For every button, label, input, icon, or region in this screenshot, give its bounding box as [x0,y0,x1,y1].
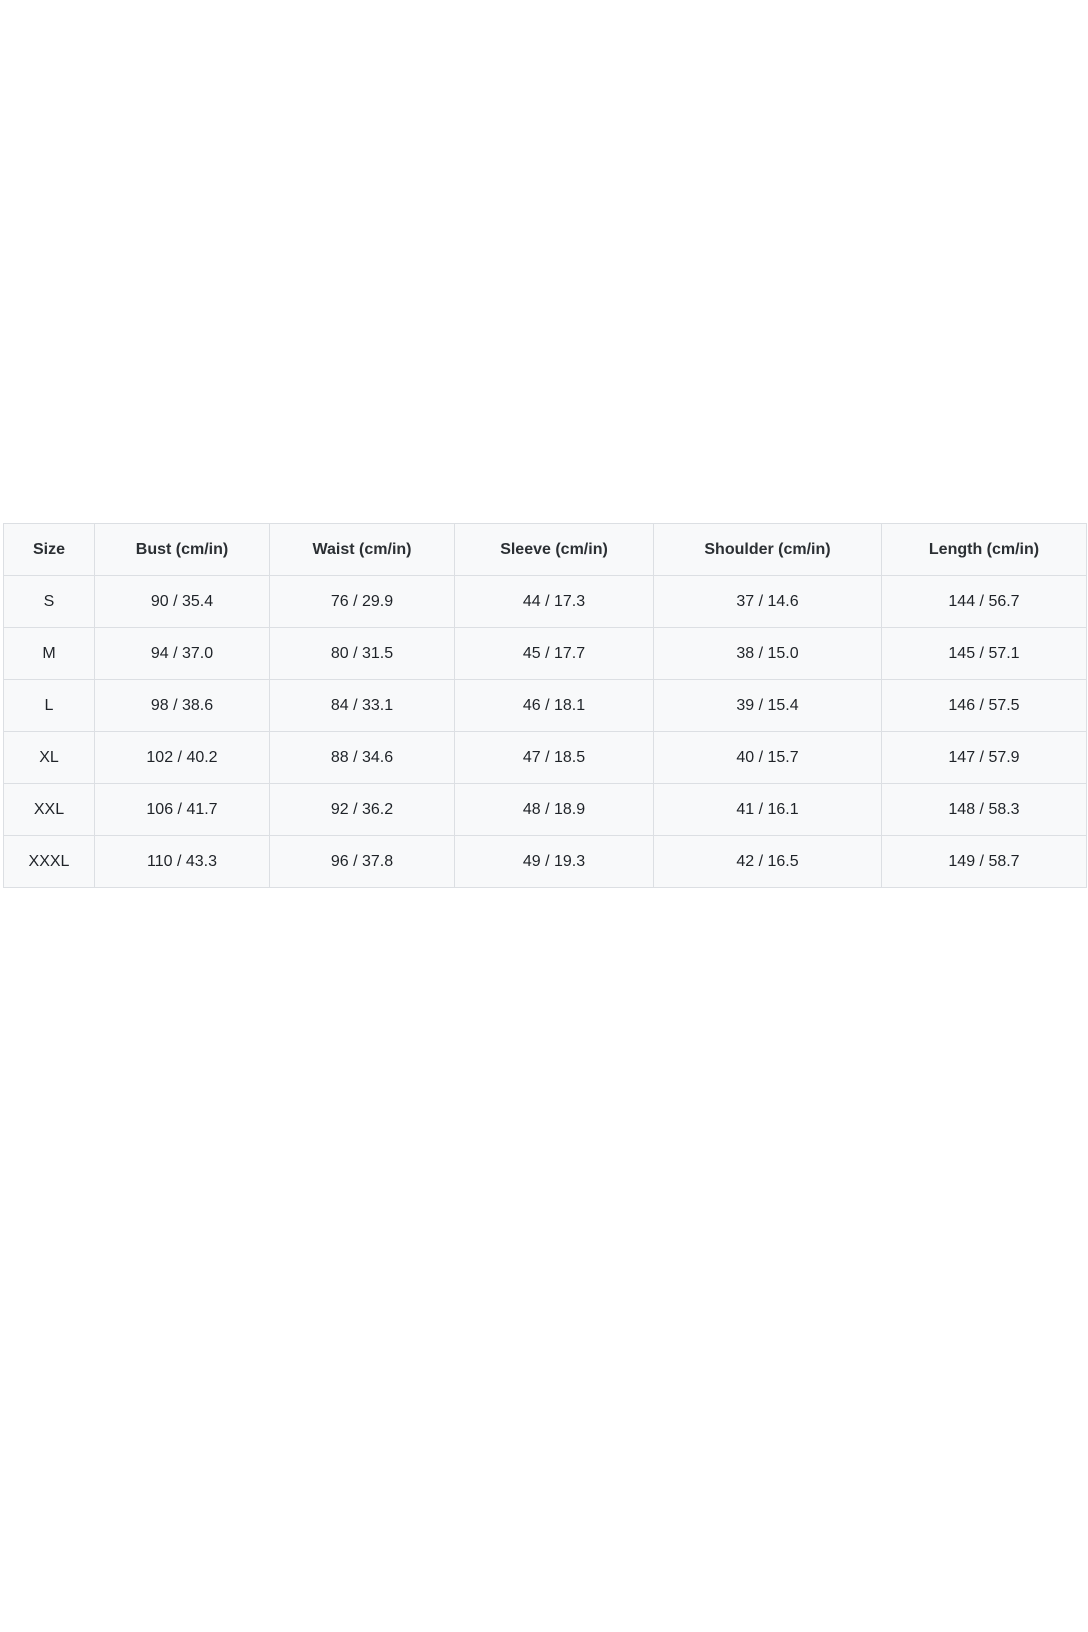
cell-sleeve: 45 / 17.7 [454,627,654,680]
cell-bust: 102 / 40.2 [94,731,270,784]
cell-shoulder: 42 / 16.5 [653,835,882,888]
header-waist: Waist (cm/in) [269,523,455,576]
cell-sleeve: 49 / 19.3 [454,835,654,888]
cell-size: L [3,679,95,732]
cell-waist: 76 / 29.9 [269,575,455,628]
table-row: M 94 / 37.0 80 / 31.5 45 / 17.7 38 / 15.… [3,627,1087,680]
cell-sleeve: 47 / 18.5 [454,731,654,784]
cell-size: XXXL [3,835,95,888]
cell-waist: 92 / 36.2 [269,783,455,836]
cell-sleeve: 48 / 18.9 [454,783,654,836]
cell-shoulder: 40 / 15.7 [653,731,882,784]
header-bust: Bust (cm/in) [94,523,270,576]
header-size: Size [3,523,95,576]
cell-size: XL [3,731,95,784]
cell-shoulder: 41 / 16.1 [653,783,882,836]
header-length: Length (cm/in) [881,523,1087,576]
table-row: L 98 / 38.6 84 / 33.1 46 / 18.1 39 / 15.… [3,679,1087,732]
cell-length: 145 / 57.1 [881,627,1087,680]
cell-length: 149 / 58.7 [881,835,1087,888]
cell-shoulder: 38 / 15.0 [653,627,882,680]
table-row: XXXL 110 / 43.3 96 / 37.8 49 / 19.3 42 /… [3,835,1087,888]
cell-shoulder: 37 / 14.6 [653,575,882,628]
cell-size: M [3,627,95,680]
header-sleeve: Sleeve (cm/in) [454,523,654,576]
cell-length: 146 / 57.5 [881,679,1087,732]
cell-size: XXL [3,783,95,836]
cell-waist: 88 / 34.6 [269,731,455,784]
cell-sleeve: 44 / 17.3 [454,575,654,628]
cell-size: S [3,575,95,628]
header-shoulder: Shoulder (cm/in) [653,523,882,576]
cell-bust: 90 / 35.4 [94,575,270,628]
table-header-row: Size Bust (cm/in) Waist (cm/in) Sleeve (… [3,523,1087,576]
size-chart-table: Size Bust (cm/in) Waist (cm/in) Sleeve (… [3,523,1087,888]
cell-bust: 98 / 38.6 [94,679,270,732]
cell-waist: 80 / 31.5 [269,627,455,680]
table-row: S 90 / 35.4 76 / 29.9 44 / 17.3 37 / 14.… [3,575,1087,628]
cell-length: 144 / 56.7 [881,575,1087,628]
table-row: XL 102 / 40.2 88 / 34.6 47 / 18.5 40 / 1… [3,731,1087,784]
cell-length: 148 / 58.3 [881,783,1087,836]
table-row: XXL 106 / 41.7 92 / 36.2 48 / 18.9 41 / … [3,783,1087,836]
cell-bust: 94 / 37.0 [94,627,270,680]
cell-bust: 110 / 43.3 [94,835,270,888]
cell-waist: 84 / 33.1 [269,679,455,732]
cell-shoulder: 39 / 15.4 [653,679,882,732]
cell-bust: 106 / 41.7 [94,783,270,836]
cell-length: 147 / 57.9 [881,731,1087,784]
size-chart: Size Bust (cm/in) Waist (cm/in) Sleeve (… [3,523,1087,888]
cell-waist: 96 / 37.8 [269,835,455,888]
cell-sleeve: 46 / 18.1 [454,679,654,732]
